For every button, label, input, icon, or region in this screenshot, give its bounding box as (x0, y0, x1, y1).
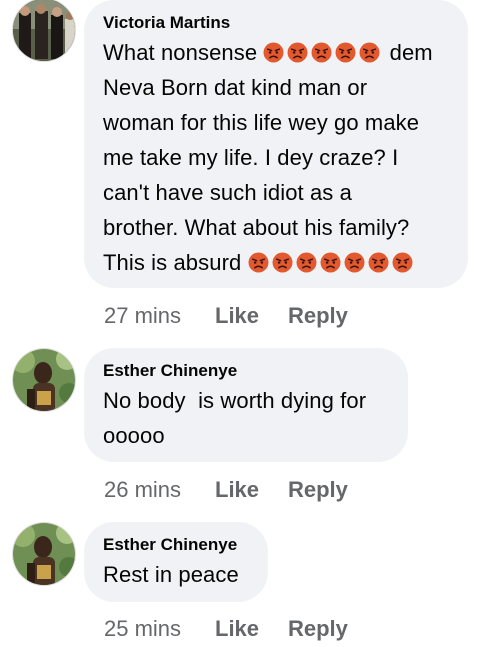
comment-bubble: Victoria Martins What nonsense dem Neva … (84, 0, 468, 288)
comment-line: No body is worth dying for (103, 388, 367, 413)
comment-line: Rest in peace (103, 562, 239, 587)
comment-bubble: Esther Chinenye No body is worth dying f… (84, 348, 408, 462)
reply-button[interactable]: Reply (288, 616, 348, 642)
comment-line: woman for this life wey go make (103, 110, 420, 135)
angry-face-icon (263, 42, 284, 63)
avatar[interactable] (12, 0, 76, 62)
comment-line: can't have such idiot as a (103, 180, 352, 205)
avatar[interactable] (12, 522, 76, 586)
angry-face-icon (368, 252, 389, 273)
comment-line: This is absurd (103, 250, 416, 275)
angry-face-icon (272, 252, 293, 273)
angry-face-icon (248, 252, 269, 273)
reply-button[interactable]: Reply (288, 303, 348, 329)
angry-face-icon (359, 42, 380, 63)
comment-line: brother. What about his family? (103, 215, 410, 240)
comment-line: me take my life. I dey craze? I (103, 145, 399, 170)
comment-text: No body is worth dying for ooooo (103, 383, 388, 453)
comment-text: What nonsense dem Neva Born dat kind man… (103, 35, 448, 280)
comment-bubble: Esther Chinenye Rest in peace (84, 522, 268, 602)
angry-face-icon (335, 42, 356, 63)
comment-text: Rest in peace (103, 557, 248, 592)
comment-author[interactable]: Esther Chinenye (103, 534, 248, 556)
reply-button[interactable]: Reply (288, 477, 348, 503)
comment-author[interactable]: Esther Chinenye (103, 360, 388, 382)
comment-line: What nonsense dem (103, 40, 433, 65)
like-button[interactable]: Like (215, 616, 259, 642)
angry-face-icon (311, 42, 332, 63)
comment-timestamp[interactable]: 26 mins (104, 477, 181, 503)
angry-face-icon (296, 252, 317, 273)
angry-face-icon (392, 252, 413, 273)
avatar[interactable] (12, 348, 76, 412)
like-button[interactable]: Like (215, 477, 259, 503)
angry-face-icon (287, 42, 308, 63)
comment-author[interactable]: Victoria Martins (103, 12, 448, 34)
comment-timestamp[interactable]: 25 mins (104, 616, 181, 642)
angry-face-icon (344, 252, 365, 273)
like-button[interactable]: Like (215, 303, 259, 329)
comment-timestamp[interactable]: 27 mins (104, 303, 181, 329)
comment-line: Neva Born dat kind man or (103, 75, 368, 100)
angry-face-icon (320, 252, 341, 273)
comment-line: ooooo (103, 423, 165, 448)
